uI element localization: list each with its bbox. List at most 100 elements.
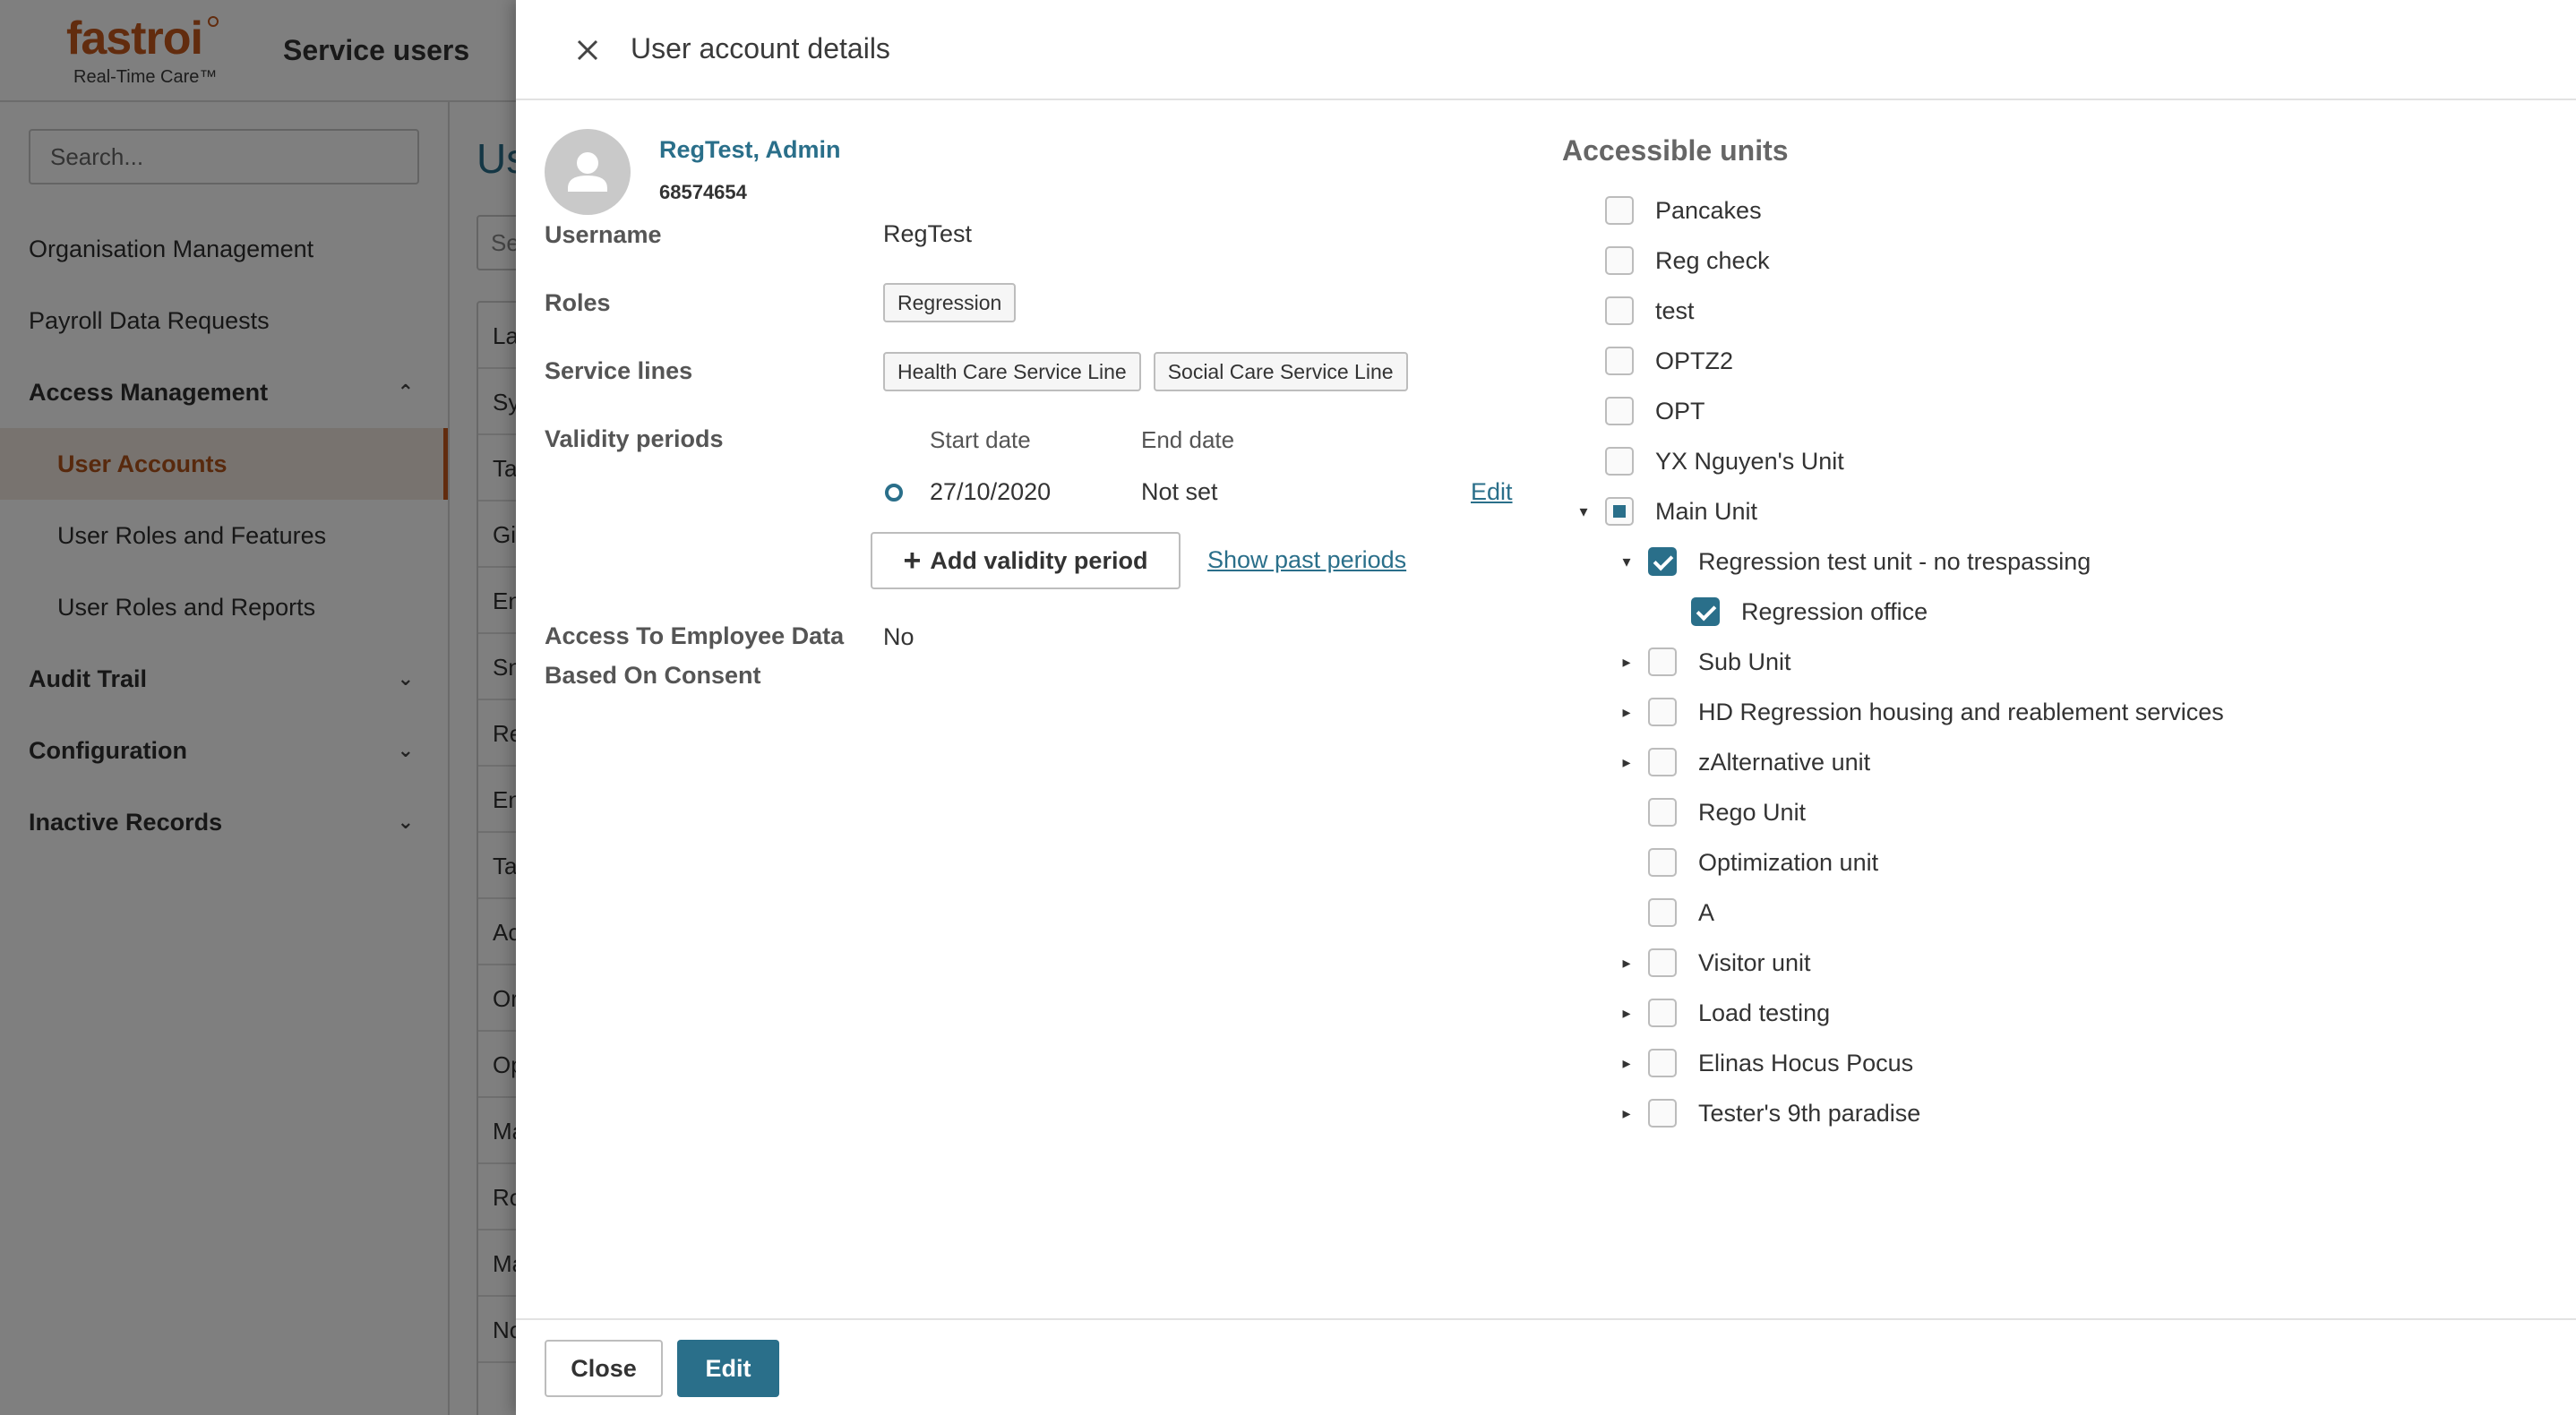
unit-label: Elinas Hocus Pocus (1698, 1049, 1914, 1076)
unit-label: OPTZ2 (1655, 347, 1734, 374)
unit-checkbox[interactable] (1648, 948, 1677, 977)
role-chip: Regression (883, 283, 1017, 322)
unit-checkbox[interactable] (1648, 748, 1677, 776)
drawer-footer: Close Edit (516, 1318, 2576, 1415)
roles-label: Roles (545, 289, 611, 316)
caret-right-icon[interactable]: ▸ (1605, 703, 1648, 722)
unit-tree-item[interactable]: ▸ Visitor unit (1605, 938, 1811, 988)
unit-label: Regression test unit - no trespassing (1698, 547, 2091, 575)
close-icon[interactable] (566, 29, 609, 72)
active-period-indicator (885, 484, 903, 502)
unit-label: A (1698, 898, 1715, 926)
unit-tree-item[interactable]: Regression office (1648, 587, 1928, 637)
caret-down-icon[interactable]: ▾ (1562, 502, 1605, 521)
unit-label: OPT (1655, 397, 1705, 424)
unit-checkbox[interactable] (1605, 497, 1634, 526)
caret-right-icon[interactable]: ▸ (1605, 954, 1648, 973)
end-date-header: End date (1141, 426, 1235, 453)
unit-label: Sub Unit (1698, 647, 1791, 675)
caret-right-icon[interactable]: ▸ (1605, 1004, 1648, 1023)
drawer-header: User account details (516, 0, 2576, 100)
consent-label-line1: Access To Employee Data (545, 622, 845, 649)
unit-tree-item[interactable]: Rego Unit (1605, 787, 1806, 837)
unit-label: Visitor unit (1698, 948, 1811, 976)
unit-label: Load testing (1698, 999, 1831, 1026)
user-id: 68574654 (659, 181, 747, 203)
user-account-details-drawer: User account details RegTest, Admin 6857… (516, 0, 2576, 1415)
service-line-chip: Health Care Service Line (883, 352, 1141, 391)
unit-checkbox[interactable] (1605, 447, 1634, 476)
show-past-periods-text[interactable]: Show past periods (1207, 546, 1406, 573)
unit-tree-item[interactable]: Reg check (1562, 236, 1770, 286)
caret-right-icon[interactable]: ▸ (1605, 753, 1648, 772)
unit-checkbox[interactable] (1605, 196, 1634, 225)
unit-tree-item[interactable]: ▸ Sub Unit (1605, 637, 1791, 687)
consent-value: No (883, 623, 914, 650)
avatar (545, 129, 631, 215)
drawer-title: User account details (631, 32, 890, 64)
unit-label: test (1655, 296, 1695, 324)
show-past-periods-link[interactable]: Show past periods (1207, 546, 1406, 574)
add-validity-period-label: Add validity period (930, 546, 1148, 574)
unit-label: Tester's 9th paradise (1698, 1099, 1921, 1127)
unit-label: Pancakes (1655, 196, 1762, 224)
unit-checkbox[interactable] (1648, 1049, 1677, 1077)
unit-tree-item[interactable]: ▸ HD Regression housing and reablement se… (1605, 687, 2224, 737)
unit-tree-item[interactable]: test (1562, 286, 1695, 336)
roles-list: Regression (883, 283, 1028, 322)
unit-label: Regression office (1741, 597, 1928, 625)
unit-label: Reg check (1655, 246, 1770, 274)
unit-tree-item[interactable]: ▾ Main Unit (1562, 486, 1757, 536)
unit-tree-item[interactable]: Optimization unit (1605, 837, 1878, 888)
caret-down-icon[interactable]: ▾ (1605, 553, 1648, 571)
unit-tree-item[interactable]: YX Nguyen's Unit (1562, 436, 1844, 486)
start-date-header: Start date (930, 426, 1031, 453)
edit-button[interactable]: Edit (677, 1340, 779, 1397)
unit-checkbox[interactable] (1648, 798, 1677, 827)
unit-checkbox[interactable] (1605, 347, 1634, 375)
unit-label: Main Unit (1655, 497, 1758, 525)
unit-tree-item[interactable]: ▸ Load testing (1605, 988, 1830, 1038)
service-line-chip: Social Care Service Line (1153, 352, 1408, 391)
user-full-name-link[interactable]: RegTest, Admin (659, 136, 841, 164)
validity-edit-link-text[interactable]: Edit (1471, 478, 1513, 505)
unit-label: HD Regression housing and reablement ser… (1698, 698, 2224, 725)
validity-edit-link[interactable]: Edit (1471, 478, 1513, 506)
add-validity-period-button[interactable]: + Add validity period (871, 532, 1181, 589)
close-button[interactable]: Close (545, 1340, 663, 1397)
service-lines-list: Health Care Service Line Social Care Serv… (883, 352, 1421, 391)
user-icon (568, 152, 607, 192)
unit-checkbox[interactable] (1648, 848, 1677, 877)
unit-checkbox[interactable] (1605, 296, 1634, 325)
unit-label: Optimization unit (1698, 848, 1879, 876)
plus-icon: + (903, 543, 922, 578)
unit-checkbox[interactable] (1648, 999, 1677, 1027)
accessible-units-title: Accessible units (1562, 134, 1789, 167)
unit-label: zAlternative unit (1698, 748, 1871, 776)
unit-checkbox[interactable] (1648, 698, 1677, 726)
unit-tree-item[interactable]: ▸ Elinas Hocus Pocus (1605, 1038, 1913, 1088)
consent-label: Access To Employee Data Based On Consent (545, 616, 844, 695)
caret-right-icon[interactable]: ▸ (1605, 1054, 1648, 1073)
unit-checkbox[interactable] (1648, 1099, 1677, 1128)
unit-tree-item[interactable]: ▸ zAlternative unit (1605, 737, 1870, 787)
unit-tree-item[interactable]: ▸ Tester's 9th paradise (1605, 1088, 1920, 1138)
unit-checkbox[interactable] (1605, 397, 1634, 425)
caret-right-icon[interactable]: ▸ (1605, 1104, 1648, 1123)
unit-checkbox[interactable] (1648, 898, 1677, 927)
validity-periods-label: Validity periods (545, 425, 724, 452)
consent-label-line2: Based On Consent (545, 662, 761, 689)
username-label: Username (545, 221, 662, 248)
validity-start-date: 27/10/2020 (930, 478, 1052, 505)
unit-label: YX Nguyen's Unit (1655, 447, 1844, 475)
unit-checkbox[interactable] (1648, 547, 1677, 576)
unit-tree-item[interactable]: OPTZ2 (1562, 336, 1733, 386)
caret-right-icon[interactable]: ▸ (1605, 653, 1648, 672)
unit-tree-item[interactable]: ▾ Regression test unit - no trespassing (1605, 536, 2091, 587)
unit-tree-item[interactable]: OPT (1562, 386, 1705, 436)
unit-checkbox[interactable] (1691, 597, 1720, 626)
unit-checkbox[interactable] (1605, 246, 1634, 275)
unit-tree-item[interactable]: A (1605, 888, 1714, 938)
unit-tree-item[interactable]: Pancakes (1562, 185, 1762, 236)
unit-checkbox[interactable] (1648, 647, 1677, 676)
